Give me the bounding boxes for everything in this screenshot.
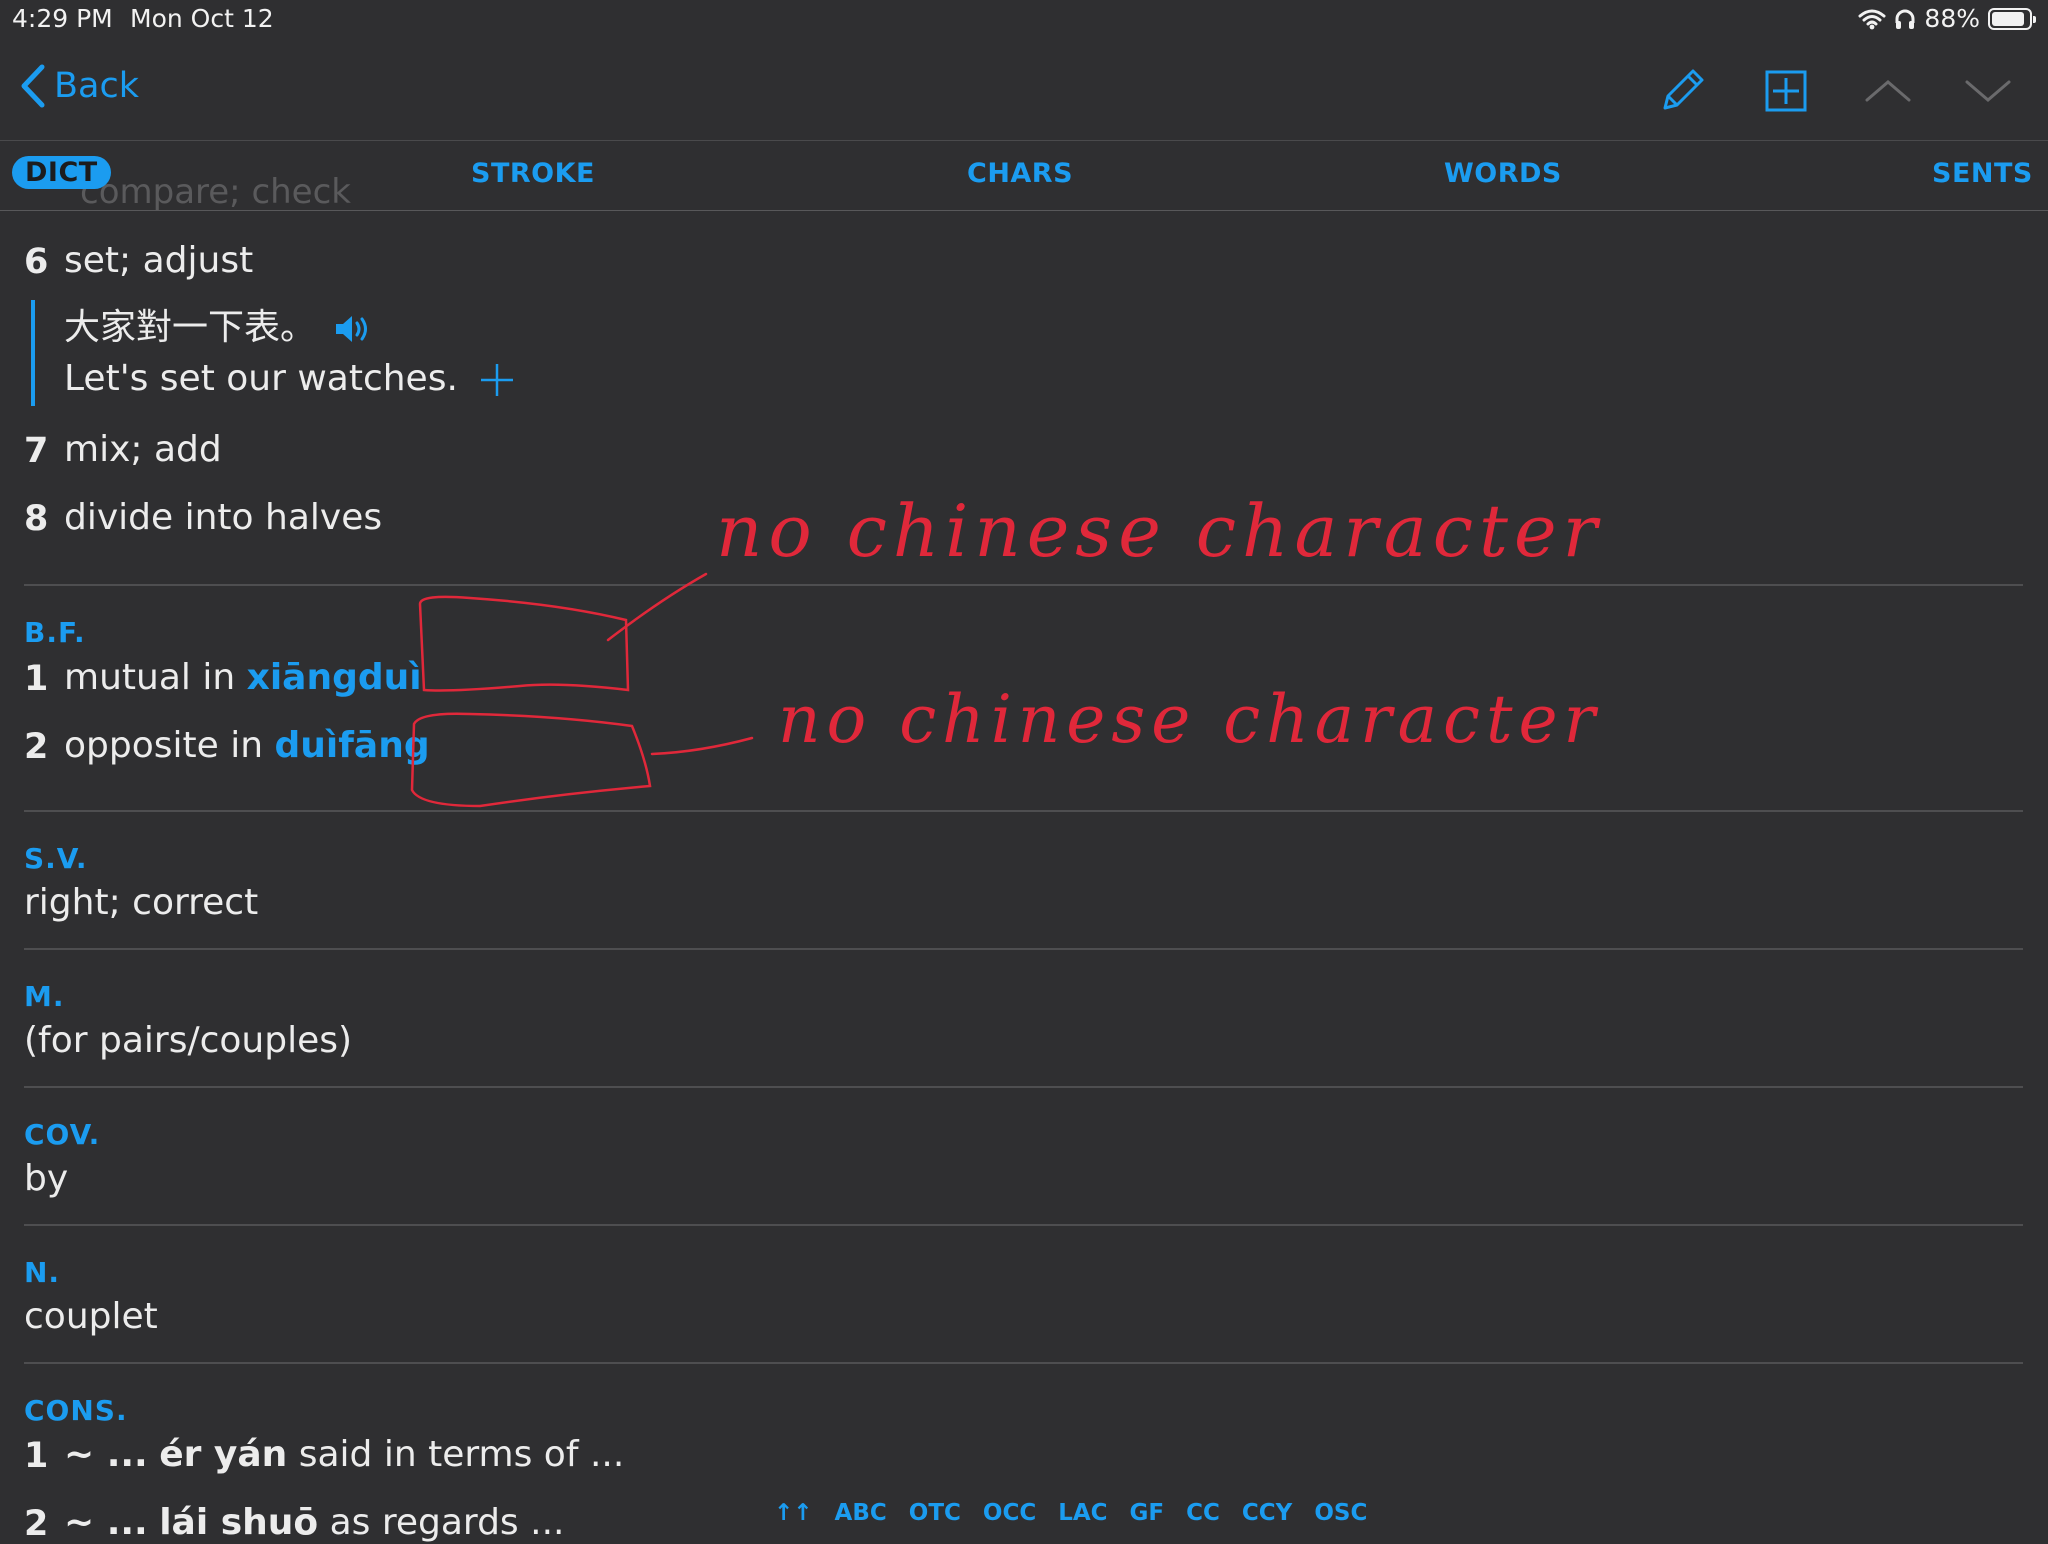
back-button[interactable]: Back	[20, 64, 139, 108]
divider	[24, 1224, 2023, 1226]
index-top[interactable]: ↑↑	[774, 1500, 813, 1526]
cons-item: ~ ... lái shuō as regards ...	[64, 1502, 564, 1543]
back-label: Back	[54, 66, 139, 106]
cov-text: by	[24, 1158, 69, 1199]
tab-words[interactable]: WORDS	[1444, 158, 1562, 189]
annotation-note-2: no chinese character	[778, 681, 1601, 758]
headphones-icon	[1895, 9, 1915, 29]
cov-heading: COV.	[24, 1118, 101, 1151]
tab-chars[interactable]: CHARS	[967, 158, 1073, 189]
divider	[24, 948, 2023, 950]
cons-pinyin: ér yán	[159, 1434, 288, 1475]
example-english-text: Let's set our watches.	[64, 358, 458, 399]
index-otc[interactable]: OTC	[909, 1500, 961, 1526]
navigation-bar	[0, 48, 2048, 141]
index-ccy[interactable]: CCY	[1242, 1500, 1292, 1526]
m-heading: M.	[24, 980, 65, 1013]
annotation-box-2	[410, 712, 652, 808]
index-gf[interactable]: GF	[1130, 1500, 1165, 1526]
tab-dict[interactable]: DICT	[12, 156, 111, 189]
handwritten-annotation: no chinese character no chinese characte…	[410, 489, 1603, 808]
cons-pinyin: lái shuō	[159, 1502, 319, 1543]
pencil-icon[interactable]	[1655, 64, 1709, 118]
annotation-note-1: no chinese character	[716, 489, 1603, 573]
example-chinese[interactable]: 大家對一下表。	[64, 298, 373, 350]
n-text: couplet	[24, 1296, 158, 1337]
divider	[24, 584, 2023, 586]
add-box-icon[interactable]	[1759, 64, 1813, 118]
dictionary-index-bar: ↑↑ ABC OTC OCC LAC GF CC CCY OSC	[774, 1500, 1367, 1526]
annotation-box-1	[418, 595, 630, 692]
status-indicators: 88%	[1858, 4, 2036, 33]
battery-icon	[1988, 7, 2036, 30]
cons-text: said in terms of ...	[298, 1434, 625, 1475]
sv-heading: S.V.	[24, 842, 88, 875]
n-heading: N.	[24, 1256, 61, 1289]
wifi-icon	[1858, 9, 1886, 29]
chevron-left-icon	[21, 64, 45, 108]
scrolled-definition-text: compare; check	[80, 172, 351, 212]
status-time: 4:29 PM	[12, 4, 113, 33]
example-chinese-text: 大家對一下表。	[64, 307, 317, 348]
bf-heading: B.F.	[24, 616, 86, 649]
speaker-icon[interactable]	[333, 312, 373, 346]
battery-percent: 88%	[1924, 4, 1980, 33]
cons-item: ~ ... ér yán said in terms of ...	[64, 1434, 624, 1475]
cons-prefix: ~ ...	[64, 1434, 148, 1475]
bf-item: mutual in xiāngduì	[64, 657, 422, 698]
cons-number: 1	[24, 1436, 49, 1476]
chevron-down-icon[interactable]	[1961, 64, 2015, 118]
add-sentence-icon[interactable]	[477, 360, 517, 400]
tab-sents[interactable]: SENTS	[1932, 158, 2033, 189]
cons-prefix: ~ ...	[64, 1502, 148, 1543]
definition-number: 7	[24, 431, 49, 471]
definition-text: divide into halves	[64, 497, 383, 538]
definition-text: mix; add	[64, 429, 222, 470]
bf-link-xiangdui[interactable]: xiāngduì	[247, 657, 422, 698]
index-osc[interactable]: OSC	[1314, 1500, 1367, 1526]
sv-text: right; correct	[24, 882, 259, 923]
bf-number: 1	[24, 659, 49, 699]
definition-number: 8	[24, 499, 49, 539]
bf-item-text: mutual in	[64, 657, 236, 698]
cons-heading: CONS.	[24, 1394, 128, 1427]
example-bar	[31, 300, 35, 406]
index-lac[interactable]: LAC	[1058, 1500, 1107, 1526]
cons-text: as regards ...	[329, 1502, 565, 1543]
m-text: (for pairs/couples)	[24, 1020, 353, 1061]
status-date: Mon Oct 12	[130, 4, 274, 33]
divider	[24, 1362, 2023, 1364]
bf-item: opposite in duìfāng	[64, 725, 430, 766]
chevron-up-icon[interactable]	[1861, 64, 1915, 118]
index-occ[interactable]: OCC	[983, 1500, 1036, 1526]
bf-item-text: opposite in	[64, 725, 264, 766]
definition-number: 6	[24, 242, 49, 282]
tab-stroke[interactable]: STROKE	[471, 158, 595, 189]
cons-number: 2	[24, 1504, 49, 1544]
index-cc[interactable]: CC	[1186, 1500, 1220, 1526]
divider	[24, 1086, 2023, 1088]
definition-text: set; adjust	[64, 240, 254, 281]
example-english: Let's set our watches.	[64, 358, 517, 400]
bf-number: 2	[24, 727, 49, 767]
annotation-leader-2	[650, 736, 754, 756]
divider	[24, 810, 2023, 812]
index-abc[interactable]: ABC	[835, 1500, 887, 1526]
bf-link-duifang[interactable]: duìfāng	[275, 725, 430, 766]
